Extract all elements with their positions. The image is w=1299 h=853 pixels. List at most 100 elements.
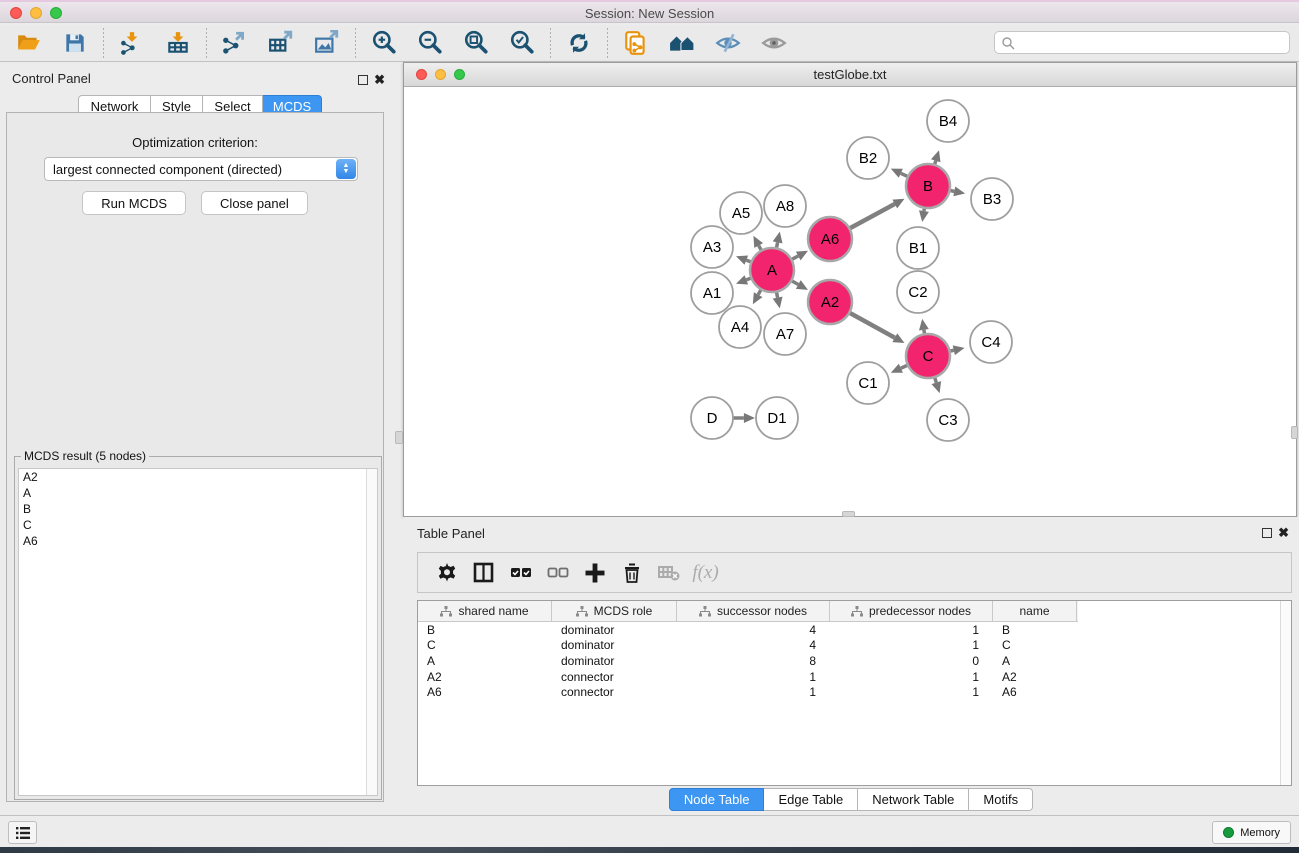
table-row[interactable]: Cdominator41C xyxy=(418,638,1291,654)
table-cell: 1 xyxy=(677,685,830,699)
svg-text:A5: A5 xyxy=(732,205,750,222)
svg-text:D: D xyxy=(707,410,718,427)
zoom-in-icon[interactable] xyxy=(369,28,399,58)
home-icon[interactable] xyxy=(667,28,697,58)
result-list-item[interactable]: B xyxy=(19,501,377,517)
search-box[interactable] xyxy=(994,31,1290,54)
settings-gear-icon[interactable] xyxy=(428,558,465,588)
column-header-shared-name[interactable]: shared name xyxy=(418,601,552,621)
table-panel-float-button[interactable] xyxy=(1262,525,1272,539)
mcds-result-title: MCDS result (5 nodes) xyxy=(21,449,149,463)
table-scrollbar[interactable] xyxy=(1280,601,1291,785)
graph-node-C3[interactable]: C3 xyxy=(927,399,969,441)
tab-motifs[interactable]: Motifs xyxy=(969,788,1033,811)
graph-node-B3[interactable]: B3 xyxy=(971,178,1013,220)
table-panel-close-button[interactable]: ✖ xyxy=(1278,525,1289,541)
column-type-icon xyxy=(440,606,452,617)
import-network-icon[interactable] xyxy=(117,28,147,58)
function-builder-icon[interactable]: f(x) xyxy=(687,558,724,588)
column-header-successor-nodes[interactable]: successor nodes xyxy=(677,601,830,621)
graph-node-A[interactable]: A xyxy=(750,248,794,292)
graph-node-C1[interactable]: C1 xyxy=(847,362,889,404)
zoom-fit-icon[interactable] xyxy=(461,28,491,58)
svg-text:A7: A7 xyxy=(776,326,794,343)
graph-node-C[interactable]: C xyxy=(906,334,950,378)
show-all-icon[interactable] xyxy=(759,28,789,58)
table-row[interactable]: A2connector11A2 xyxy=(418,669,1291,685)
result-list-item[interactable]: A6 xyxy=(19,533,377,549)
criterion-dropdown[interactable]: largest connected component (directed) ▲… xyxy=(44,157,358,181)
network-canvas[interactable]: B4 B2 B B3 A8 A5 A6 A3 B1 A C2 A1 A2 A4 A7 C4 C C1 C3 D D1 xyxy=(404,87,1296,516)
column-header-predecessor-nodes[interactable]: predecessor nodes xyxy=(830,601,993,621)
select-all-columns-icon[interactable] xyxy=(502,558,539,588)
table-cell: A xyxy=(993,654,1077,668)
column-view-icon[interactable] xyxy=(465,558,502,588)
zoom-out-icon[interactable] xyxy=(415,28,445,58)
graph-node-A4[interactable]: A4 xyxy=(719,306,761,348)
add-column-icon[interactable] xyxy=(576,558,613,588)
graph-node-A1[interactable]: A1 xyxy=(691,272,733,314)
graph-node-A3[interactable]: A3 xyxy=(691,226,733,268)
result-list-item[interactable]: C xyxy=(19,517,377,533)
graph-node-B4[interactable]: B4 xyxy=(927,100,969,142)
column-header-MCDS-role[interactable]: MCDS role xyxy=(552,601,677,621)
delete-table-icon[interactable] xyxy=(650,558,687,588)
result-list-item[interactable]: A xyxy=(19,485,377,501)
graph-node-A5[interactable]: A5 xyxy=(720,192,762,234)
delete-column-icon[interactable] xyxy=(613,558,650,588)
network-from-selection-icon[interactable] xyxy=(621,28,651,58)
table-cell: 8 xyxy=(677,654,830,668)
graph-node-A7[interactable]: A7 xyxy=(764,313,806,355)
graph-node-D[interactable]: D xyxy=(691,397,733,439)
tab-node-table[interactable]: Node Table xyxy=(669,788,765,811)
network-window-titlebar[interactable]: testGlobe.txt xyxy=(404,63,1296,87)
memory-button[interactable]: Memory xyxy=(1212,821,1291,844)
table-row[interactable]: Bdominator41B xyxy=(418,622,1291,638)
control-panel-title: Control Panel xyxy=(12,71,91,86)
column-header-name[interactable]: name xyxy=(993,601,1077,621)
save-session-icon[interactable] xyxy=(60,28,90,58)
graph-node-B2[interactable]: B2 xyxy=(847,137,889,179)
desktop-background xyxy=(0,847,1299,853)
zoom-selected-icon[interactable] xyxy=(507,28,537,58)
task-history-button[interactable] xyxy=(8,821,37,844)
search-input[interactable] xyxy=(1015,36,1289,50)
result-list-item[interactable]: A2 xyxy=(19,469,377,485)
table-row[interactable]: A6connector11A6 xyxy=(418,684,1291,700)
graph-node-A6[interactable]: A6 xyxy=(808,217,852,261)
tab-network-table[interactable]: Network Table xyxy=(858,788,969,811)
control-panel-float-button[interactable] xyxy=(358,72,368,86)
import-table-icon[interactable] xyxy=(163,28,193,58)
graph-node-A2[interactable]: A2 xyxy=(808,280,852,324)
tab-edge-table[interactable]: Edge Table xyxy=(764,788,858,811)
control-panel-close-button[interactable]: ✖ xyxy=(374,72,385,88)
run-mcds-button[interactable]: Run MCDS xyxy=(82,191,186,215)
task-list-icon xyxy=(15,826,31,840)
export-table-icon[interactable] xyxy=(266,28,296,58)
open-file-icon[interactable] xyxy=(14,28,44,58)
graph-node-D1[interactable]: D1 xyxy=(756,397,798,439)
graph-node-A8[interactable]: A8 xyxy=(764,185,806,227)
graph-node-B[interactable]: B xyxy=(906,164,950,208)
table-header-row: shared name MCDS role successor nodes pr… xyxy=(418,601,1078,622)
export-network-icon[interactable] xyxy=(220,28,250,58)
graph-node-B1[interactable]: B1 xyxy=(897,227,939,269)
graph-node-C2[interactable]: C2 xyxy=(897,271,939,313)
unselect-all-columns-icon[interactable] xyxy=(539,558,576,588)
export-image-icon[interactable] xyxy=(312,28,342,58)
svg-text:A2: A2 xyxy=(821,294,839,311)
graph-node-C4[interactable]: C4 xyxy=(970,321,1012,363)
table-row[interactable]: Adominator80A xyxy=(418,653,1291,669)
mcds-result-list[interactable]: A2ABCA6 xyxy=(18,468,378,796)
svg-text:C1: C1 xyxy=(858,375,877,392)
hide-selected-icon[interactable] xyxy=(713,28,743,58)
table-cell: A6 xyxy=(993,685,1077,699)
table-cell: C xyxy=(993,638,1077,652)
toolbar-separator xyxy=(550,28,551,58)
close-panel-button[interactable]: Close panel xyxy=(201,191,308,215)
right-splitter-handle[interactable] xyxy=(1291,426,1298,439)
refresh-view-icon[interactable] xyxy=(564,28,594,58)
result-list-scrollbar[interactable] xyxy=(366,469,377,795)
left-splitter-handle[interactable] xyxy=(395,431,403,444)
node-table[interactable]: shared name MCDS role successor nodes pr… xyxy=(417,600,1292,786)
